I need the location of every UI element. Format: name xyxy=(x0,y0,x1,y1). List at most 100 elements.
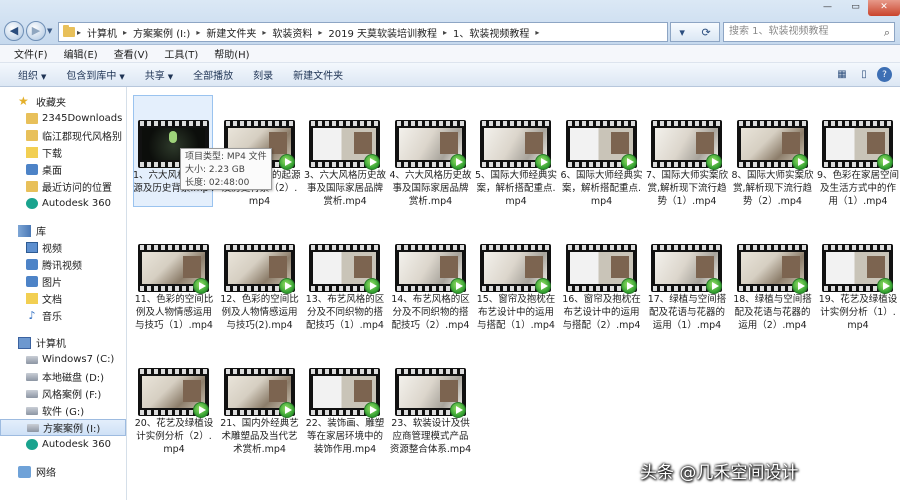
computer-group[interactable]: 计算机 xyxy=(0,334,126,351)
minimize-button[interactable]: — xyxy=(814,0,841,16)
network-group[interactable]: 网络 xyxy=(0,463,126,480)
file-item[interactable]: 12、色彩的空间比例及人物情感运用与技巧(2).mp4 xyxy=(218,215,302,337)
file-name: 22、装饰画、雕塑等在家居环境中的装饰作用.mp4 xyxy=(305,418,385,455)
sidebar-item-drive-c[interactable]: Windows7 (C:) xyxy=(0,351,126,368)
picture-icon xyxy=(26,276,38,287)
sidebar-item-drive-g[interactable]: 软件 (G:) xyxy=(0,402,126,419)
play-all-button[interactable]: 全部播放 xyxy=(183,67,243,82)
libraries-group[interactable]: 库 xyxy=(0,222,126,239)
preview-pane-icon[interactable]: ▯ xyxy=(855,67,873,82)
share-button[interactable]: 共享 ▼ xyxy=(135,67,183,82)
sidebar-item-pictures[interactable]: 图片 xyxy=(0,273,126,290)
file-item[interactable]: 18、绿植与空间搭配及花语与花器的运用（2）.mp4 xyxy=(731,215,815,337)
breadcrumb-item[interactable]: 新建文件夹 xyxy=(202,25,260,40)
address-bar[interactable]: ▸ 计算机 ▸ 方案案例 (I:) ▸ 新建文件夹 ▸ 软装资料 ▸ 2019 … xyxy=(58,22,668,42)
menu-help[interactable]: 帮助(H) xyxy=(206,46,257,61)
drive-icon xyxy=(26,389,38,398)
file-item[interactable]: 13、布艺风格的区分及不同织物的搭配技巧（1）.mp4 xyxy=(303,215,387,337)
forward-button[interactable]: ▶ xyxy=(26,21,46,41)
file-name: 8、国际大师实案欣赏,解析现下流行趋势（2）.mp4 xyxy=(731,170,814,207)
favorites-group[interactable]: ★ 收藏夹 xyxy=(0,93,126,110)
star-icon: ★ xyxy=(18,93,29,108)
menu-tools[interactable]: 工具(T) xyxy=(156,46,206,61)
sidebar-item-desktop[interactable]: 桌面 xyxy=(0,161,126,178)
file-item[interactable]: 19、花艺及绿植设计实例分析（1）.mp4 xyxy=(816,215,900,337)
organize-button[interactable]: 组织 ▼ xyxy=(8,67,56,82)
recent-pages-dropdown[interactable]: ▼ xyxy=(47,27,55,35)
file-name: 18、绿植与空间搭配及花语与花器的运用（2）.mp4 xyxy=(733,294,812,331)
breadcrumb-item[interactable]: 计算机 xyxy=(83,25,121,40)
address-row: — ▭ ✕ ◀ ▶ ▼ ▸ 计算机 ▸ 方案案例 (I:) ▸ 新建文件夹 ▸ … xyxy=(0,0,900,45)
menu-view[interactable]: 查看(V) xyxy=(106,46,157,61)
breadcrumb-item[interactable]: 方案案例 (I:) xyxy=(129,25,194,40)
network-icon xyxy=(18,465,31,478)
sidebar-item-music[interactable]: ♪ 音乐 xyxy=(0,307,126,324)
dropdown-icon[interactable]: ▾ xyxy=(679,26,685,39)
play-icon xyxy=(278,154,295,170)
file-item[interactable]: 7、国际大师实案欣赏,解析现下流行趋势（1）.mp4 xyxy=(645,91,729,213)
file-item[interactable]: 3、六大风格历史故事及国际家居品牌赏析.mp4 xyxy=(303,91,387,213)
tooltip-size: 大小: 2.23 GB xyxy=(185,165,245,175)
file-item[interactable]: 23、软装设计及供应商管理模式产品资源整合体系.mp4 xyxy=(389,339,473,461)
file-name: 17、绿植与空间搭配及花语与花器的运用（1）.mp4 xyxy=(647,294,727,331)
search-input[interactable]: 搜索 1、软装视频教程 ⌕ xyxy=(723,22,895,42)
sidebar-item-drive-f[interactable]: 风格案例 (F:) xyxy=(0,385,126,402)
sidebar-item-autodesk[interactable]: Autodesk 360 xyxy=(0,195,126,212)
sidebar-item-documents[interactable]: 文档 xyxy=(0,290,126,307)
breadcrumb-item[interactable]: 2019 天莫软装培训教程 xyxy=(324,25,441,40)
sidebar-item-videos[interactable]: 视频 xyxy=(0,239,126,256)
file-item[interactable]: 8、国际大师实案欣赏,解析现下流行趋势（2）.mp4 xyxy=(731,91,815,213)
sidebar-item-drive-i[interactable]: 方案案例 (I:) xyxy=(0,419,126,436)
file-item[interactable]: 21、国内外经典艺术雕塑品及当代艺术赏析.mp4 xyxy=(218,339,302,461)
file-item[interactable]: 9、色彩在家居空间及生活方式中的作用（1）.mp4 xyxy=(816,91,900,213)
file-item[interactable]: 5、国际大师经典实案，解析搭配重点.mp4 xyxy=(474,91,558,213)
sidebar-item-tencent-video[interactable]: 腾讯视频 xyxy=(0,256,126,273)
drive-icon xyxy=(26,406,38,415)
help-icon[interactable]: ? xyxy=(877,67,892,82)
breadcrumb-item[interactable]: 软装资料 xyxy=(268,25,316,40)
sidebar-item-recent[interactable]: 最近访问的位置 xyxy=(0,178,126,195)
microphone-icon xyxy=(169,131,177,143)
sidebar-item-lingjiang[interactable]: 临江郡现代风格别 xyxy=(0,127,126,144)
file-item[interactable]: 14、布艺风格的区分及不同织物的搭配技巧（2）.mp4 xyxy=(389,215,473,337)
burn-button[interactable]: 刻录 xyxy=(243,67,283,82)
play-icon xyxy=(706,278,722,294)
file-name: 21、国内外经典艺术雕塑品及当代艺术赏析.mp4 xyxy=(220,418,299,455)
sidebar-item-autodesk-360[interactable]: Autodesk 360 xyxy=(0,436,126,453)
file-item[interactable]: 6、国际大师经典实案，解析搭配重点.mp4 xyxy=(560,91,644,213)
file-item[interactable]: 15、窗帘及抱枕在布艺设计中的运用与搭配（1）.mp4 xyxy=(474,215,558,337)
document-icon xyxy=(26,293,38,304)
breadcrumb-item[interactable]: 1、软装视频教程 xyxy=(449,25,533,40)
file-item[interactable]: 11、色彩的空间比例及人物情感运用与技巧（1）.mp4 xyxy=(132,215,216,337)
chevron-down-icon: ▼ xyxy=(167,73,174,81)
file-name: 15、窗帘及抱枕在布艺设计中的运用与搭配（1）.mp4 xyxy=(476,294,556,331)
file-name: 9、色彩在家居空间及生活方式中的作用（1）.mp4 xyxy=(816,170,900,207)
maximize-button[interactable]: ▭ xyxy=(842,0,869,16)
close-button[interactable]: ✕ xyxy=(868,0,900,16)
file-name: 13、布艺风格的区分及不同织物的搭配技巧（1）.mp4 xyxy=(305,294,385,331)
play-icon xyxy=(364,154,380,170)
refresh-icon[interactable]: ⟳ xyxy=(701,26,710,39)
sidebar-item-drive-d[interactable]: 本地磁盘 (D:) xyxy=(0,368,126,385)
play-icon xyxy=(449,402,466,418)
menu-file[interactable]: 文件(F) xyxy=(6,46,56,61)
file-item[interactable]: 17、绿植与空间搭配及花语与花器的运用（1）.mp4 xyxy=(645,215,729,337)
include-in-library-button[interactable]: 包含到库中 ▼ xyxy=(56,67,134,82)
file-item[interactable]: 16、窗帘及抱枕在布艺设计中的运用与搭配（2）.mp4 xyxy=(560,215,644,337)
play-icon xyxy=(278,402,295,418)
menu-edit[interactable]: 编辑(E) xyxy=(56,46,106,61)
sidebar-item-2345downloads[interactable]: 2345Downloads xyxy=(0,110,126,127)
new-folder-button[interactable]: 新建文件夹 xyxy=(283,67,353,82)
file-item[interactable]: 4、六大风格历史故事及国际家居品牌赏析.mp4 xyxy=(389,91,473,213)
tooltip-type: 项目类型: MP4 文件 xyxy=(185,152,267,162)
refresh-button[interactable]: ▾ ⟳ xyxy=(670,22,720,42)
file-name: 3、六大风格历史故事及国际家居品牌赏析.mp4 xyxy=(303,170,387,207)
drive-icon xyxy=(27,423,39,432)
file-item[interactable]: 22、装饰画、雕塑等在家居环境中的装饰作用.mp4 xyxy=(303,339,387,461)
file-item[interactable]: 20、花艺及绿植设计实例分析（2）.mp4 xyxy=(132,339,216,461)
sidebar-item-downloads[interactable]: 下载 xyxy=(0,144,126,161)
watermark: 头条 @几禾空间设计 xyxy=(640,463,799,483)
change-view-icon[interactable]: ▦ xyxy=(833,67,851,82)
back-button[interactable]: ◀ xyxy=(4,21,24,41)
music-icon: ♪ xyxy=(28,309,36,322)
